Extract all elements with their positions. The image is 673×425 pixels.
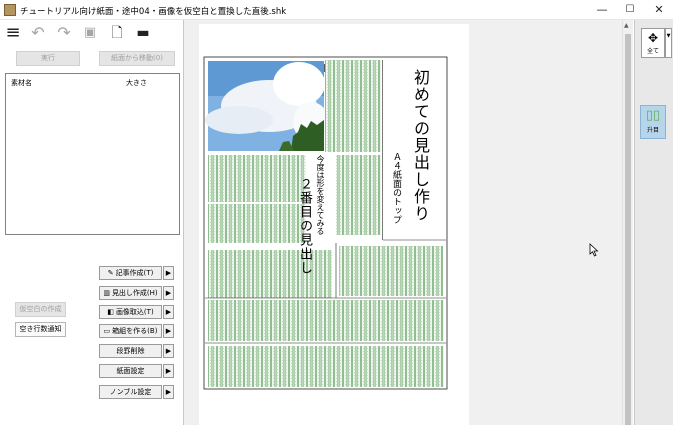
top-headline[interactable]: 初めての見出し作り [411, 69, 430, 222]
create-headline-label: 見出し作成(H) [111, 289, 158, 297]
window-title: チュートリアル向け紙面・途中04・画像を仮空白と置換した直後.shk [20, 7, 287, 17]
run-button[interactable]: 実行 [16, 51, 80, 66]
page-number-settings-button[interactable]: ノンブル設定 [99, 385, 162, 399]
import-image-label: 画像取込(T) [115, 308, 154, 316]
import-image-button[interactable]: ◧ 画像取込(T) [99, 305, 162, 319]
article-grid [208, 155, 306, 243]
zoom-dropdown-icon[interactable]: ▼ [665, 28, 672, 58]
undo-icon[interactable]: ↶ [28, 23, 48, 43]
import-image-action[interactable]: ◧ 画像取込(T) ▶ [99, 305, 175, 319]
newspaper-page[interactable]: | 初めての見出し作り Ａ４紙面のトップ ２番目の見出し 今度は形を変えてみる [199, 24, 469, 425]
import-image-arrow[interactable]: ▶ [163, 305, 174, 319]
minimize-button[interactable]: — [588, 0, 616, 20]
create-headline-arrow[interactable]: ▶ [163, 286, 174, 300]
menu-icon[interactable]: ≡ [3, 23, 23, 43]
delete-column-rule-label: 段罫削除 [116, 347, 145, 355]
blank-lines-notice-button[interactable]: 空き行数通知 [15, 322, 66, 337]
make-box-action[interactable]: ▭ 箱組を作る(B) ▶ [99, 324, 175, 338]
svg-text:|: | [323, 63, 326, 72]
create-article-label: 記事作成(T) [115, 269, 154, 277]
scroll-up-icon[interactable]: ▲ [624, 22, 629, 29]
pencil-icon: ✎ [107, 269, 114, 277]
page-number-settings-action[interactable]: ノンブル設定 ▶ [99, 385, 175, 399]
box-icon: ▭ [103, 327, 111, 335]
create-article-action[interactable]: ✎ 記事作成(T) ▶ [99, 266, 175, 280]
maximize-button[interactable]: ☐ [616, 0, 644, 20]
photo-placeholder[interactable] [205, 61, 329, 151]
article-grid [325, 60, 381, 152]
columns-icon: ▯▯ [645, 108, 661, 123]
article-grid [339, 246, 443, 296]
second-subheadline[interactable]: 今度は形を変えてみる [316, 155, 325, 235]
restore-from-page-button[interactable]: 紙面から移動(0) [99, 51, 175, 66]
delete-column-rule-button[interactable]: 段罫削除 [99, 344, 162, 358]
make-box-arrow[interactable]: ▶ [163, 324, 174, 338]
grid-view-button[interactable]: ▯▯ 升目 [640, 105, 666, 139]
create-article-button[interactable]: ✎ 記事作成(T) [99, 266, 162, 280]
column-header-size[interactable]: 大きさ [126, 78, 147, 88]
headline-icon: ▥ [103, 289, 110, 297]
delete-column-rule-action[interactable]: 段罫削除 ▶ [99, 344, 175, 358]
top-subheadline[interactable]: Ａ４紙面のトップ [391, 152, 401, 224]
redo-icon[interactable]: ↷ [54, 23, 74, 43]
mouse-cursor-icon [589, 243, 599, 257]
page-settings-arrow[interactable]: ▶ [163, 364, 174, 378]
title-bar: チュートリアル向け紙面・途中04・画像を仮空白と置換した直後.shk — ☐ ✕ [0, 0, 673, 20]
article-grid [208, 300, 444, 341]
material-list[interactable]: 素材名 大きさ [5, 73, 180, 235]
grid-view-label: 升目 [646, 127, 659, 134]
right-tool-panel: ✥ 全て ▼ ▯▯ 升目 [634, 20, 673, 425]
article-grid [336, 155, 381, 235]
close-button[interactable]: ✕ [645, 0, 673, 20]
new-file-icon[interactable]: 🗋 [107, 23, 127, 43]
delete-column-rule-arrow[interactable]: ▶ [163, 344, 174, 358]
create-temp-blank-button[interactable]: 仮空白の作成 [15, 302, 66, 317]
make-box-label: 箱組を作る(B) [112, 327, 158, 335]
page-number-settings-arrow[interactable]: ▶ [163, 385, 174, 399]
create-headline-button[interactable]: ▥ 見出し作成(H) [99, 286, 162, 300]
second-headline[interactable]: ２番目の見出し [297, 177, 312, 275]
image-icon: ◧ [107, 308, 114, 316]
toolbar: ≡ ↶ ↷ ▣ 🗋 ▬ [0, 20, 190, 46]
create-headline-action[interactable]: ▥ 見出し作成(H) ▶ [99, 286, 175, 300]
scroll-thumb[interactable] [625, 34, 631, 425]
move-arrows-icon: ✥ [647, 31, 659, 45]
save-icon[interactable]: ▣ [80, 23, 100, 43]
zoom-label: 全て [646, 48, 659, 55]
zoom-fit-button[interactable]: ✥ 全て [641, 28, 665, 58]
page-number-settings-label: ノンブル設定 [109, 388, 152, 396]
open-folder-icon[interactable]: ▬ [133, 23, 153, 43]
article-grid [208, 346, 444, 387]
page-settings-button[interactable]: 紙面設定 [99, 364, 162, 378]
create-article-arrow[interactable]: ▶ [163, 266, 174, 280]
canvas-vertical-scrollbar[interactable]: ▲ ▼ [622, 20, 633, 425]
page-settings-label: 紙面設定 [116, 367, 145, 375]
column-header-name[interactable]: 素材名 [11, 78, 32, 88]
make-box-button[interactable]: ▭ 箱組を作る(B) [99, 324, 162, 338]
article-grid [208, 250, 332, 298]
page-settings-action[interactable]: 紙面設定 ▶ [99, 364, 175, 378]
app-icon [4, 4, 16, 16]
